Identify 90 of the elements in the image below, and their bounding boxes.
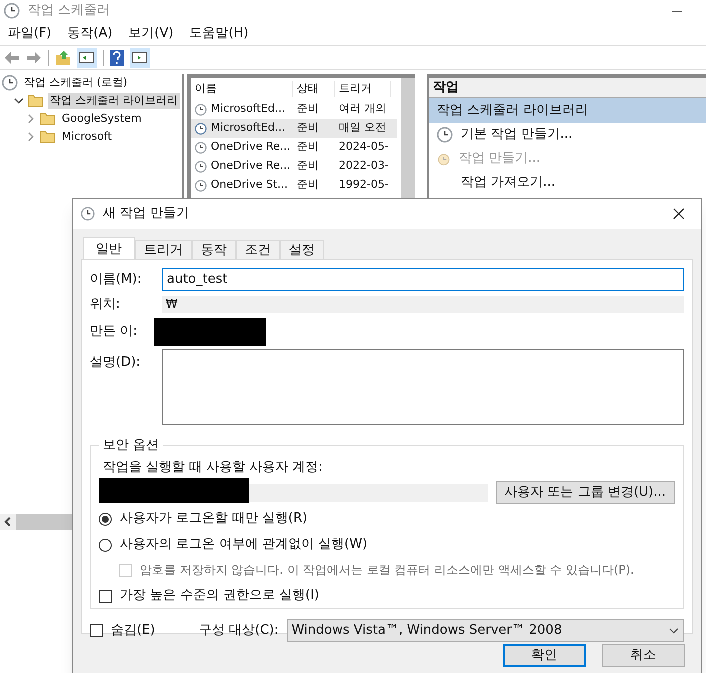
radio-label: 사용자의 로그온 여부에 관계없이 실행(W) (120, 536, 368, 554)
change-user-button[interactable]: 사용자 또는 그룹 변경(U)... (496, 481, 675, 504)
folder-up-icon[interactable] (55, 50, 71, 66)
cancel-button[interactable]: 취소 (602, 644, 685, 667)
configure-dropdown[interactable]: Windows Vista™, Windows Server™ 2008 (286, 619, 684, 642)
checkbox-label: 암호를 저장하지 않습니다. 이 작업에서는 로컬 컴퓨터 리소스에만 액세스할 수 있습니다(P). (140, 562, 634, 579)
column-header[interactable]: 이름 (191, 80, 293, 98)
clock-icon (195, 104, 207, 116)
actions-section[interactable]: 작업 스케줄러 라이브러리 (429, 98, 706, 123)
clock-icon (437, 127, 453, 143)
checkbox[interactable] (90, 624, 103, 637)
action-link[interactable]: 작업 가져오기... (461, 173, 556, 193)
action-link[interactable]: 기본 작업 만들기... (461, 125, 573, 145)
app-clock-icon (4, 3, 20, 19)
tab[interactable]: 트리거 (135, 240, 192, 259)
task-row[interactable]: OneDrive Re... 준비 2024-05- (191, 138, 397, 157)
table-cell-text: 1992-05- (338, 177, 390, 194)
minimize-button[interactable] (672, 10, 682, 12)
folder-icon (28, 94, 44, 108)
tab[interactable]: 설정 (280, 240, 324, 259)
table-cell-text: 여러 개의 (338, 101, 388, 118)
task-row[interactable]: MicrosoftEd... 준비 여러 개의 (191, 100, 397, 119)
description-label: 설명(D): (90, 354, 142, 372)
column-header[interactable]: 상태 (293, 80, 335, 98)
caret-icon (669, 628, 679, 634)
dialog-title: 새 작업 만들기 (103, 205, 190, 224)
panel-icon[interactable] (77, 48, 97, 68)
help-icon[interactable] (110, 50, 124, 66)
author-label: 만든 이: (90, 322, 139, 341)
checkbox[interactable] (99, 590, 112, 602)
tree-item[interactable]: Microsoft (60, 128, 114, 146)
configure-label: 구성 대상(C): (199, 622, 279, 640)
chevron-right-icon[interactable] (26, 132, 36, 142)
location-label: 위치: (90, 296, 122, 314)
table-cell-text: OneDrive Re... (211, 139, 291, 156)
menu-item[interactable]: 도움말(H) (190, 24, 249, 44)
table-cell-text: 매일 오전 (338, 120, 388, 136)
window-title: 작업 스케줄러 (28, 2, 110, 20)
chevron-right-icon[interactable] (26, 114, 36, 124)
clock-icon (81, 207, 95, 221)
ok-button[interactable]: 확인 (503, 644, 586, 667)
clock-icon (195, 122, 207, 134)
table-cell-text: 2024-05- (338, 139, 390, 156)
tree-item[interactable]: 작업 스케줄러 (로컬) (22, 74, 130, 92)
task-row[interactable]: MicrosoftEd... 준비 매일 오전 (191, 119, 397, 138)
description-field[interactable] (162, 348, 684, 424)
account-label: 작업을 실행할 때 사용할 사용자 계정: (102, 458, 324, 476)
checkbox-label: 숨김(E) (111, 622, 156, 640)
chevron-down-icon[interactable] (14, 96, 24, 106)
panel-icon[interactable] (130, 48, 150, 68)
clock-icon (195, 180, 207, 192)
actions-header: 작업 (429, 78, 706, 98)
clock-icon (437, 152, 451, 166)
back-arrow-icon[interactable] (4, 50, 20, 64)
table-cell-text: MicrosoftEd... (211, 101, 286, 118)
task-row[interactable]: OneDrive Re... 준비 2022-03- (191, 157, 397, 176)
tab[interactable]: 조건 (236, 240, 280, 259)
table-cell-text: OneDrive St... (211, 177, 288, 194)
name-label: 이름(M): (90, 270, 143, 289)
table-cell-text: 준비 (296, 177, 320, 194)
clock-icon (195, 160, 207, 172)
table-cell-text: 준비 (296, 139, 320, 156)
menu-item[interactable]: 동작(A) (68, 24, 113, 44)
scroll-left-icon[interactable] (0, 514, 16, 530)
close-icon[interactable] (673, 208, 685, 220)
table-cell-text: 2022-03- (338, 158, 390, 174)
table-cell-text: 준비 (296, 120, 320, 136)
forward-arrow-icon[interactable] (26, 50, 42, 64)
radio-button[interactable] (99, 538, 112, 552)
vertical-scrollbar[interactable] (401, 78, 415, 198)
task-row[interactable]: OneDrive St... 준비 1992-05- (191, 176, 397, 195)
table-cell-text: 준비 (296, 158, 320, 174)
menu-item[interactable]: 보기(V) (128, 24, 174, 44)
tree-item[interactable]: 작업 스케줄러 라이브러리 (48, 92, 180, 110)
table-cell-text: OneDrive Re... (211, 158, 291, 174)
name-field[interactable]: auto_test (162, 268, 684, 291)
table-cell-text: MicrosoftEd... (211, 120, 286, 136)
folder-icon (40, 112, 56, 126)
column-header[interactable]: 트리거 (335, 80, 391, 98)
checkbox-label: 가장 높은 수준의 권한으로 실행(I) (120, 587, 320, 606)
table-cell-text: 준비 (296, 101, 320, 118)
folder-icon (40, 130, 56, 144)
radio-button[interactable] (99, 512, 112, 526)
radio-label: 사용자가 로그온할 때만 실행(R) (120, 510, 308, 528)
tree-item[interactable]: GoogleSystem (60, 110, 144, 128)
location-value: ₩ (162, 296, 684, 314)
menu-item[interactable]: 파일(F) (8, 24, 52, 44)
tab[interactable]: 동작 (192, 240, 236, 259)
clock-icon (195, 142, 207, 154)
tab[interactable]: 일반 (83, 237, 135, 259)
